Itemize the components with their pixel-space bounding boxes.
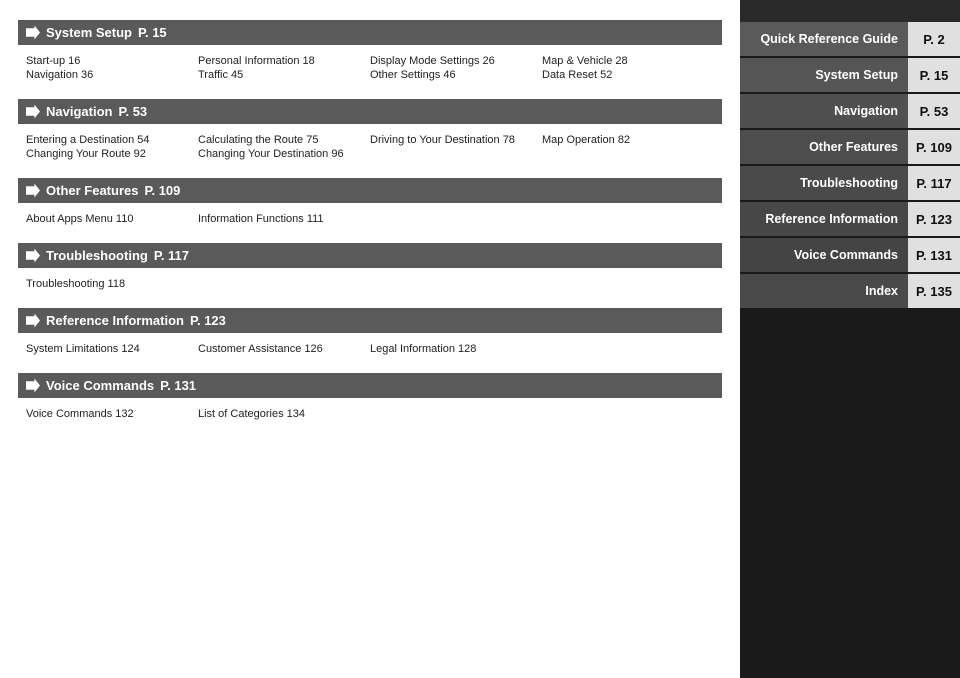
section-cell: Legal Information 128	[370, 343, 542, 355]
sidebar-item-6[interactable]: Voice CommandsP. 131	[740, 238, 960, 272]
section-cell	[198, 278, 370, 290]
section-items-3: Troubleshooting 118	[18, 274, 722, 298]
section-cell: Personal Information 18	[198, 55, 370, 67]
section-cell: Changing Your Route 92	[26, 148, 198, 160]
section-cell: Navigation 36	[26, 69, 198, 81]
sidebar-item-7[interactable]: IndexP. 135	[740, 274, 960, 308]
section-cell: Information Functions 111	[198, 213, 370, 225]
sidebar-item-page: P. 131	[908, 238, 960, 272]
section-header-1: Navigation P. 53	[18, 99, 722, 124]
section-cell	[370, 148, 542, 160]
section-cell: List of Categories 134	[198, 408, 370, 420]
section-page-ref: P. 15	[138, 25, 167, 40]
sidebar-item-page: P. 109	[908, 130, 960, 164]
section-cell: Calculating the Route 75	[198, 134, 370, 146]
sidebar-item-label: Index	[740, 274, 908, 308]
section-items-2: About Apps Menu 110Information Functions…	[18, 209, 722, 233]
section-cell: Data Reset 52	[542, 69, 714, 81]
sidebar-title	[740, 0, 960, 22]
section-header-0: System Setup P. 15	[18, 20, 722, 45]
sidebar-item-page: P. 123	[908, 202, 960, 236]
sidebar-item-label: Reference Information	[740, 202, 908, 236]
sidebar-item-0[interactable]: Quick Reference GuideP. 2	[740, 22, 960, 56]
section-cell	[542, 408, 714, 420]
section-cell: Map Operation 82	[542, 134, 714, 146]
section-items-5: Voice Commands 132List of Categories 134	[18, 404, 722, 428]
sidebar-item-5[interactable]: Reference InformationP. 123	[740, 202, 960, 236]
section-row: Troubleshooting 118	[26, 278, 714, 290]
section-title: Navigation	[46, 104, 112, 119]
section-header-5: Voice Commands P. 131	[18, 373, 722, 398]
section-cell: Entering a Destination 54	[26, 134, 198, 146]
section-row: System Limitations 124Customer Assistanc…	[26, 343, 714, 355]
section-cell: Driving to Your Destination 78	[370, 134, 542, 146]
section-cell: System Limitations 124	[26, 343, 198, 355]
section-title: Troubleshooting	[46, 248, 148, 263]
arrow-icon	[26, 26, 40, 40]
arrow-icon	[26, 379, 40, 393]
section-row: Voice Commands 132List of Categories 134	[26, 408, 714, 420]
sidebar-item-label: Quick Reference Guide	[740, 22, 908, 56]
sidebar-item-4[interactable]: TroubleshootingP. 117	[740, 166, 960, 200]
section-page-ref: P. 131	[160, 378, 196, 393]
section-cell	[542, 148, 714, 160]
section-cell	[542, 343, 714, 355]
arrow-icon	[26, 184, 40, 198]
sidebar-item-page: P. 117	[908, 166, 960, 200]
section-page-ref: P. 117	[154, 248, 189, 263]
section-cell	[542, 213, 714, 225]
section-title: Other Features	[46, 183, 138, 198]
sidebar-item-label: System Setup	[740, 58, 908, 92]
sidebar: Quick Reference GuideP. 2System SetupP. …	[740, 0, 960, 678]
section-items-0: Start-up 16Personal Information 18Displa…	[18, 51, 722, 89]
section-row: Entering a Destination 54Calculating the…	[26, 134, 714, 146]
sidebar-item-page: P. 2	[908, 22, 960, 56]
section-row: About Apps Menu 110Information Functions…	[26, 213, 714, 225]
section-cell: Display Mode Settings 26	[370, 55, 542, 67]
sidebar-item-3[interactable]: Other FeaturesP. 109	[740, 130, 960, 164]
section-row: Start-up 16Personal Information 18Displa…	[26, 55, 714, 67]
section-cell: Voice Commands 132	[26, 408, 198, 420]
section-page-ref: P. 109	[144, 183, 180, 198]
section-cell: Start-up 16	[26, 55, 198, 67]
section-title: Reference Information	[46, 313, 184, 328]
arrow-icon	[26, 249, 40, 263]
section-title: Voice Commands	[46, 378, 154, 393]
section-cell: Customer Assistance 126	[198, 343, 370, 355]
section-cell: Changing Your Destination 96	[198, 148, 370, 160]
sidebar-item-page: P. 135	[908, 274, 960, 308]
section-row: Changing Your Route 92Changing Your Dest…	[26, 148, 714, 160]
section-header-2: Other Features P. 109	[18, 178, 722, 203]
sidebar-item-label: Troubleshooting	[740, 166, 908, 200]
sidebar-item-page: P. 53	[908, 94, 960, 128]
section-cell	[370, 278, 542, 290]
section-cell: Troubleshooting 118	[26, 278, 198, 290]
section-items-1: Entering a Destination 54Calculating the…	[18, 130, 722, 168]
section-cell	[370, 213, 542, 225]
arrow-icon	[26, 314, 40, 328]
section-cell: Other Settings 46	[370, 69, 542, 81]
section-cell: About Apps Menu 110	[26, 213, 198, 225]
section-page-ref: P. 123	[190, 313, 226, 328]
section-items-4: System Limitations 124Customer Assistanc…	[18, 339, 722, 363]
section-cell: Map & Vehicle 28	[542, 55, 714, 67]
main-content: System Setup P. 15 Start-up 16Personal In…	[0, 0, 740, 678]
section-cell: Traffic 45	[198, 69, 370, 81]
section-header-4: Reference Information P. 123	[18, 308, 722, 333]
sidebar-item-label: Other Features	[740, 130, 908, 164]
arrow-icon	[26, 105, 40, 119]
section-page-ref: P. 53	[118, 104, 147, 119]
sidebar-item-label: Voice Commands	[740, 238, 908, 272]
section-row: Navigation 36Traffic 45Other Settings 46…	[26, 69, 714, 81]
sidebar-item-1[interactable]: System SetupP. 15	[740, 58, 960, 92]
sidebar-item-page: P. 15	[908, 58, 960, 92]
section-cell	[370, 408, 542, 420]
section-header-3: Troubleshooting P. 117	[18, 243, 722, 268]
section-title: System Setup	[46, 25, 132, 40]
sidebar-item-2[interactable]: NavigationP. 53	[740, 94, 960, 128]
sidebar-item-label: Navigation	[740, 94, 908, 128]
section-cell	[542, 278, 714, 290]
